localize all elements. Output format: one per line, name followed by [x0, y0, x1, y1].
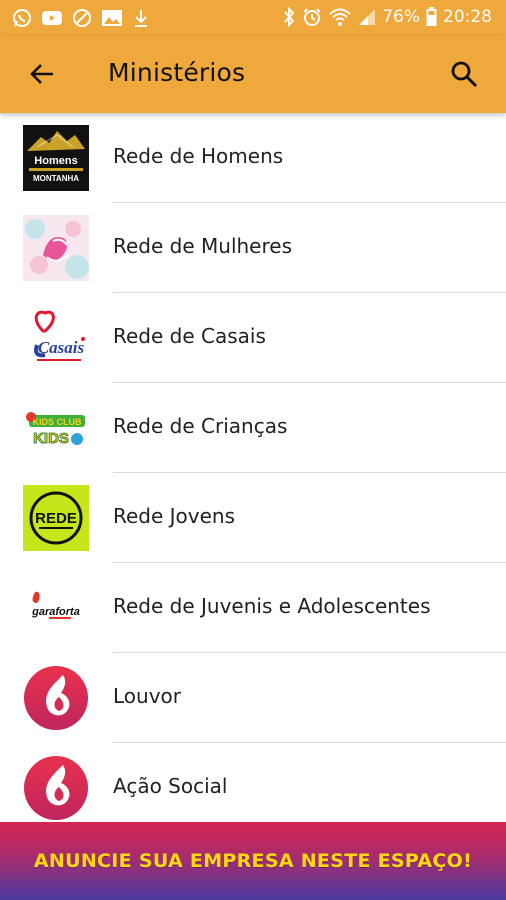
youtube-icon	[41, 9, 63, 27]
clock-time: 20:28	[443, 7, 492, 27]
app-bar: Ministérios	[0, 36, 506, 113]
mulheres-logo	[23, 215, 89, 281]
alarm-icon	[302, 7, 322, 27]
gallery-icon	[101, 9, 123, 27]
list-item-rede-de-mulheres[interactable]: Rede de Mulheres	[0, 203, 506, 293]
battery-icon	[426, 7, 437, 27]
signal-icon	[358, 8, 376, 26]
svg-text:KIDS CLUB: KIDS CLUB	[33, 417, 82, 427]
screen: 76% 20:28 Ministérios Homens MONTANHA Re…	[0, 0, 506, 900]
download-icon	[132, 8, 150, 28]
page-title: Ministérios	[108, 58, 246, 87]
list-item-rede-de-juvenis[interactable]: garaforta Rede de Juvenis e Adolescentes	[0, 563, 506, 653]
list-item-rede-de-homens[interactable]: Homens MONTANHA Rede de Homens	[0, 113, 506, 203]
list-item-label: Rede de Homens	[113, 144, 284, 168]
list-item-label: Rede de Juvenis e Adolescentes	[113, 594, 431, 618]
flame-logo	[23, 755, 89, 821]
list-item-label: Rede Jovens	[113, 504, 236, 528]
whatsapp-icon	[12, 8, 32, 28]
list-item-louvor[interactable]: Louvor	[0, 653, 506, 743]
casais-logo-text: Casais	[38, 338, 85, 357]
list-item-rede-de-criancas[interactable]: KIDS CLUB KIDS Rede de Crianças	[0, 383, 506, 473]
garaforta-logo: garaforta	[23, 575, 89, 641]
homens-logo-text: Homens	[34, 155, 77, 167]
list-item-acao-social[interactable]: Ação Social	[0, 743, 506, 833]
list-item-label: Louvor	[113, 684, 181, 708]
homens-logo-subtext: MONTANHA	[33, 174, 79, 183]
status-right: 76% 20:28	[282, 7, 492, 27]
search-button[interactable]	[442, 54, 486, 98]
battery-percent: 76%	[382, 7, 420, 27]
bluetooth-icon	[282, 7, 296, 27]
back-button[interactable]	[22, 56, 62, 96]
status-left-icons	[12, 8, 150, 28]
garaforta-logo-text: garaforta	[31, 606, 80, 618]
ad-banner-text: ANUNCIE SUA EMPRESA NESTE ESPAÇO!	[33, 850, 473, 872]
kids-logo-text: KIDS	[33, 430, 69, 447]
arrow-left-icon	[29, 62, 55, 91]
status-bar: 76% 20:28	[0, 0, 506, 36]
wifi-icon	[328, 7, 352, 27]
ministries-list: Homens MONTANHA Rede de Homens Rede de M…	[0, 113, 506, 833]
casais-logo: Casais	[23, 305, 89, 371]
homens-logo: Homens MONTANHA	[23, 125, 89, 191]
list-item-rede-de-casais[interactable]: Casais Rede de Casais	[0, 293, 506, 383]
list-item-label: Rede de Mulheres	[113, 234, 292, 258]
list-item-label: Rede de Casais	[113, 324, 266, 348]
rede-logo-text: REDE	[35, 510, 77, 527]
kids-logo: KIDS CLUB KIDS	[23, 395, 89, 461]
ad-banner[interactable]: ANUNCIE SUA EMPRESA NESTE ESPAÇO!	[0, 822, 506, 900]
list-item-rede-jovens[interactable]: REDE Rede Jovens	[0, 473, 506, 563]
search-icon	[450, 60, 478, 93]
rede-jovens-logo: REDE	[23, 485, 89, 551]
list-item-label: Ação Social	[113, 774, 228, 798]
list-item-label: Rede de Crianças	[113, 414, 288, 438]
flame-logo	[23, 665, 89, 731]
block-icon	[72, 8, 92, 28]
